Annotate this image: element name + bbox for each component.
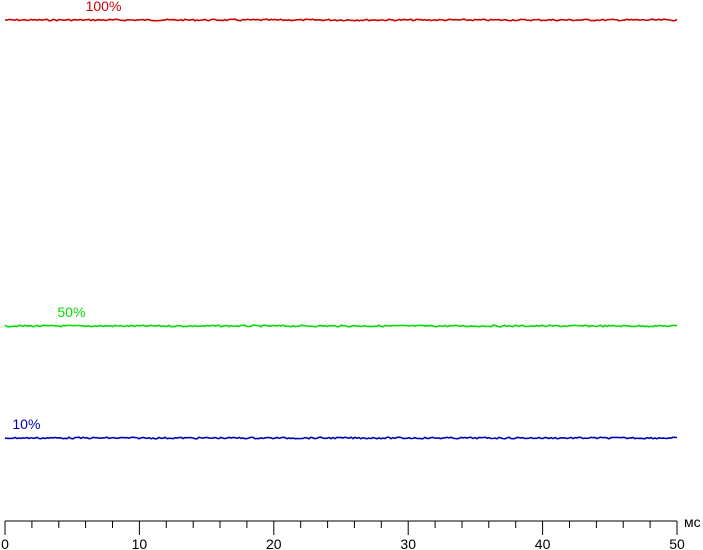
x-axis-unit: мс: [684, 514, 701, 530]
series-label-10: 10%: [12, 416, 40, 432]
series-layer: [4, 18, 678, 440]
x-tick-label: 40: [535, 536, 551, 550]
series-label-50: 50%: [57, 304, 85, 320]
series-line-100: [4, 18, 678, 22]
x-axis: 0 10 20 30 40 50: [1, 520, 685, 550]
x-tick-label: 20: [266, 536, 282, 550]
chart: 100% 50% 10% 0 10 20 30 40 50 мс: [1, 0, 701, 550]
x-tick-label: 10: [132, 536, 148, 550]
x-tick-label: 0: [1, 536, 9, 550]
x-tick-label: 30: [400, 536, 416, 550]
series-label-100: 100%: [86, 0, 122, 14]
series-labels: 100% 50% 10%: [12, 0, 121, 432]
series-line-50: [4, 324, 678, 328]
series-line-10: [4, 436, 678, 440]
x-tick-label: 50: [669, 536, 685, 550]
